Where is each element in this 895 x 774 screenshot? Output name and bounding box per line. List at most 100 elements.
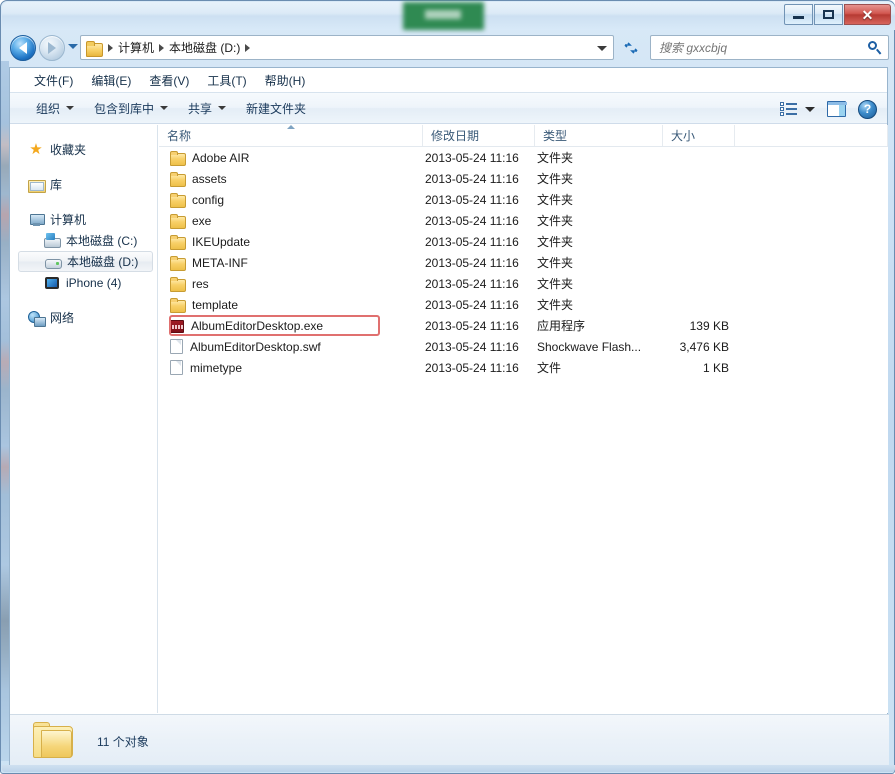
window-controls: ✕ (784, 4, 891, 26)
cell-type: 文件 (537, 361, 562, 375)
menu-item-4[interactable]: 帮助(H) (256, 69, 315, 92)
column-header-label: 类型 (543, 129, 568, 143)
forward-button[interactable] (39, 35, 65, 61)
search-input[interactable] (657, 39, 868, 56)
menu-item-1[interactable]: 编辑(E) (82, 69, 140, 92)
show-preview-pane-button[interactable] (827, 101, 847, 117)
table-row[interactable]: config 2013-05-24 11:16 文件夹 (159, 189, 888, 210)
redacted-window-title (403, 2, 484, 30)
breadcrumb-local-disk-d[interactable]: 本地磁盘 (D:) (167, 39, 242, 56)
toolbar-button-3[interactable]: 新建文件夹 (236, 96, 316, 121)
details-pane: 11 个对象 (10, 714, 889, 767)
file-icon (170, 339, 183, 354)
preview-pane-icon (827, 101, 847, 117)
file-name-label: AlbumEditorDesktop.exe (191, 318, 324, 333)
sidebar-item-label: 计算机 (50, 213, 87, 227)
sidebar-item-label: 收藏夹 (50, 143, 87, 157)
help-button[interactable]: ? (858, 99, 877, 119)
refresh-button[interactable] (620, 36, 642, 59)
breadcrumb-computer[interactable]: 计算机 (116, 39, 156, 56)
table-row[interactable]: template 2013-05-24 11:16 文件夹 (159, 294, 888, 315)
cell-size: 3,476 KB (679, 339, 729, 354)
window-bottom-edge (2, 765, 895, 772)
navigation-bar: 计算机 本地磁盘 (D:) (2, 30, 895, 65)
file-name-label: exe (192, 213, 212, 228)
sidebar-item-0[interactable]: ★ 收藏夹 (10, 139, 157, 160)
cell-type: 文件夹 (537, 193, 574, 207)
title-bar: ✕ (2, 2, 895, 30)
cell-name: template (159, 297, 423, 313)
library-icon (28, 177, 46, 193)
column-header-date[interactable]: 修改日期 (423, 125, 535, 146)
sidebar-item-6[interactable]: 网络 (10, 307, 157, 328)
sidebar-item-label: 网络 (50, 311, 75, 325)
iphone-icon (44, 275, 60, 291)
maximize-icon (823, 10, 834, 19)
cell-size: 139 KB (689, 318, 729, 333)
address-dropdown-chevron-down-icon[interactable] (597, 46, 607, 51)
breadcrumb-separator-icon[interactable] (159, 43, 165, 52)
cell-type: 文件夹 (537, 235, 574, 249)
column-header-filler[interactable] (735, 125, 888, 146)
cell-name: exe (159, 213, 423, 229)
column-header-label: 修改日期 (431, 129, 480, 143)
cell-name: META-INF (159, 255, 423, 271)
table-row[interactable]: AlbumEditorDesktop.swf 2013-05-24 11:16 Sh… (159, 336, 888, 357)
menu-item-0[interactable]: 文件(F) (25, 69, 82, 92)
table-row[interactable]: res 2013-05-24 11:16 文件夹 (159, 273, 888, 294)
cell-date: 2013-05-24 11:16 (425, 171, 519, 186)
sidebar-item-2[interactable]: 计算机 (10, 209, 157, 230)
sidebar-item-3[interactable]: 本地磁盘 (C:) (10, 230, 157, 251)
cell-date: 2013-05-24 11:16 (425, 234, 519, 249)
close-button[interactable]: ✕ (844, 4, 891, 25)
search-icon[interactable] (868, 40, 882, 55)
navigation-pane: ★ 收藏夹库计算机本地磁盘 (C:) 本地磁盘 (D:) iPhone (4) 网络 (10, 125, 158, 713)
column-header-name[interactable]: 名称 (159, 125, 423, 146)
toolbar-button-label: 包含到库中 (94, 101, 155, 116)
table-row[interactable]: exe 2013-05-24 11:16 文件夹 (159, 210, 888, 231)
menu-item-3[interactable]: 工具(T) (198, 69, 255, 92)
recent-locations-chevron-down-icon[interactable] (68, 44, 78, 49)
column-header-type[interactable]: 类型 (535, 125, 663, 146)
sidebar-item-4[interactable]: 本地磁盘 (D:) (18, 251, 153, 272)
view-chevron-down-icon[interactable] (805, 106, 815, 112)
table-row[interactable]: AlbumEditorDesktop.exe 2013-05-24 11:16 应用… (159, 315, 888, 336)
back-button[interactable] (10, 35, 36, 61)
cell-type: 文件夹 (537, 256, 574, 270)
table-row[interactable]: IKEUpdate 2013-05-24 11:16 文件夹 (159, 231, 888, 252)
cell-date: 2013-05-24 11:16 (425, 297, 519, 312)
file-list-view: 名称 修改日期 类型 大小 Adobe AIR 2013-05-24 11:16 文件夹 a… (159, 125, 888, 713)
sidebar-item-1[interactable]: 库 (10, 174, 157, 195)
toolbar-button-0[interactable]: 组织 (26, 96, 84, 121)
menu-item-2[interactable]: 查看(V) (140, 69, 198, 92)
client-area: 文件(F) 编辑(E) 查看(V) 工具(T) 帮助(H) 组织 包含到库中 共享 新建文件夹 (9, 67, 889, 767)
chevron-down-icon (160, 106, 169, 110)
command-toolbar: 组织 包含到库中 共享 新建文件夹 ? (10, 92, 887, 124)
close-icon: ✕ (861, 6, 874, 23)
sidebar-item-label: 库 (50, 178, 63, 192)
maximize-button[interactable] (814, 4, 843, 25)
drive-icon (45, 254, 62, 270)
toolbar-button-2[interactable]: 共享 (178, 96, 236, 121)
table-row[interactable]: mimetype 2013-05-24 11:16 文件 1 KB (159, 357, 888, 378)
minimize-button[interactable] (784, 4, 813, 25)
background-window-artifact (1, 61, 9, 761)
toolbar-button-1[interactable]: 包含到库中 (84, 96, 178, 121)
search-box[interactable] (650, 35, 889, 60)
breadcrumb-separator-icon[interactable] (108, 43, 113, 52)
cell-date: 2013-05-24 11:16 (425, 150, 519, 165)
address-bar[interactable]: 计算机 本地磁盘 (D:) (80, 35, 614, 60)
breadcrumb-separator-icon[interactable] (245, 43, 251, 52)
table-row[interactable]: META-INF 2013-05-24 11:16 文件夹 (159, 252, 888, 273)
cell-name: IKEUpdate (159, 234, 423, 250)
star-icon: ★ (29, 140, 43, 158)
column-header-size[interactable]: 大小 (663, 125, 735, 146)
help-icon: ? (858, 99, 877, 119)
item-count-label: 11 个对象 (97, 734, 149, 749)
table-row[interactable]: assets 2013-05-24 11:16 文件夹 (159, 168, 888, 189)
change-view-button[interactable] (780, 102, 815, 116)
table-row[interactable]: Adobe AIR 2013-05-24 11:16 文件夹 (159, 147, 888, 168)
sidebar-item-5[interactable]: iPhone (4) (10, 272, 157, 293)
